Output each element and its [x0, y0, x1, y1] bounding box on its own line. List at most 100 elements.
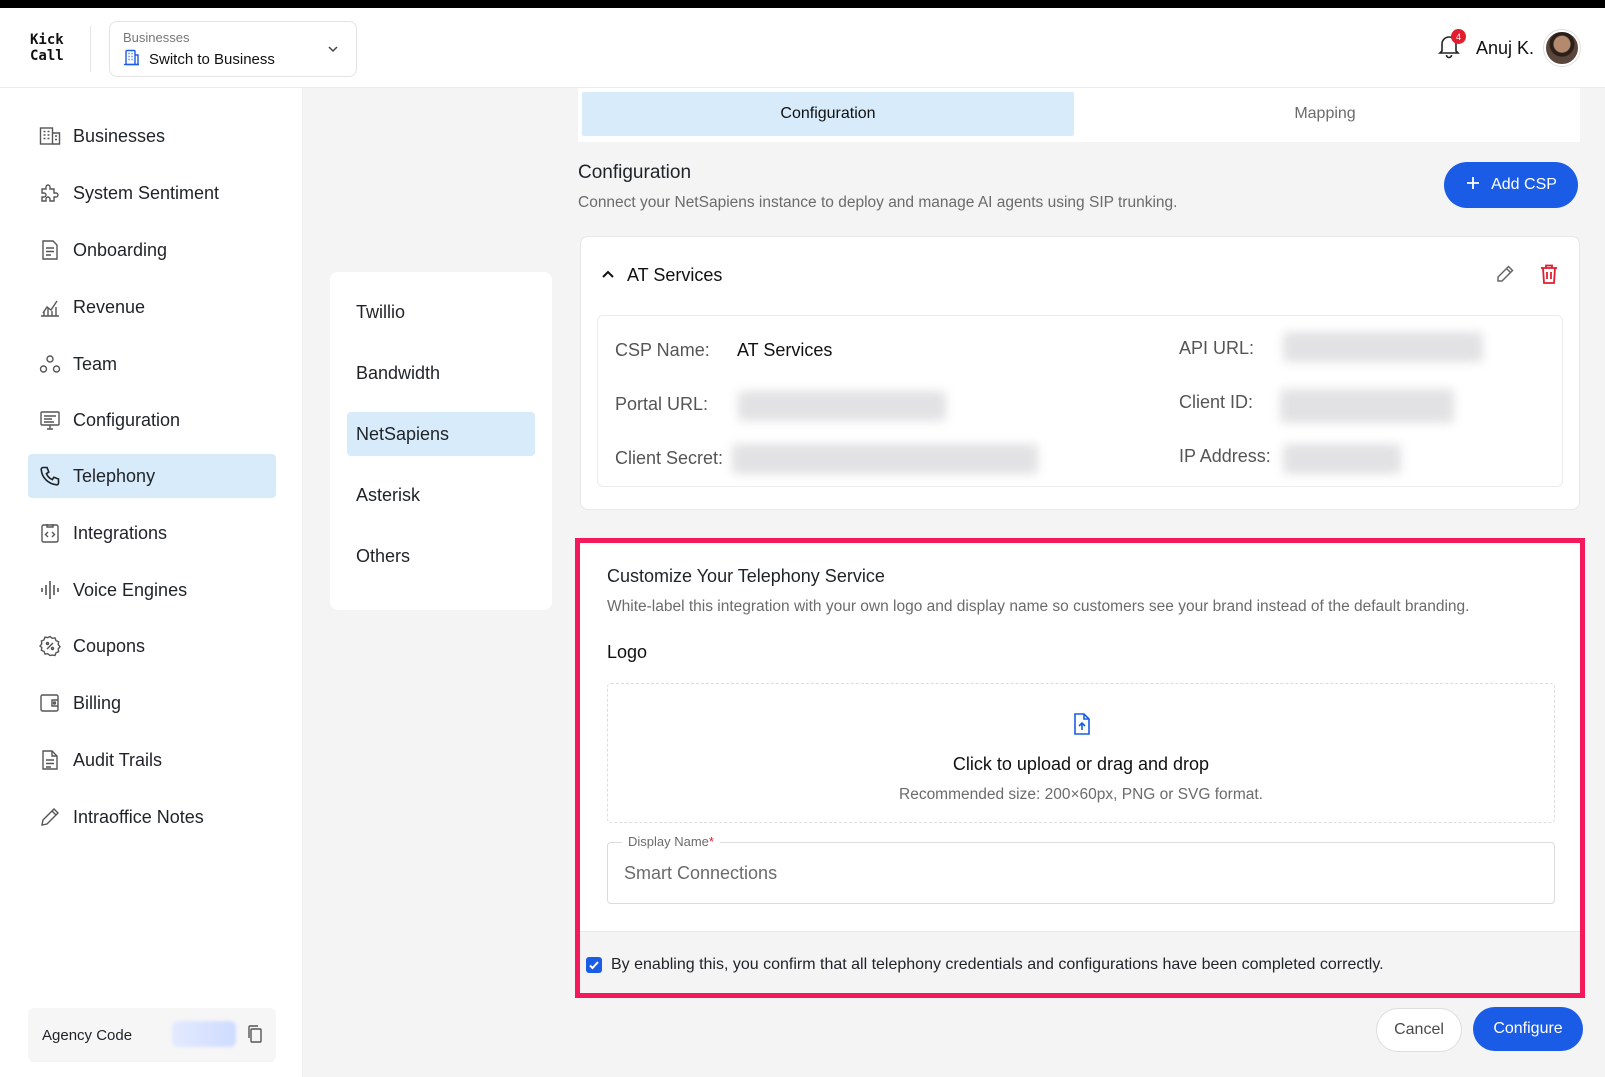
- header-divider: [90, 26, 91, 72]
- add-csp-label: Add CSP: [1491, 176, 1557, 193]
- sidebar-item-label: Telephony: [73, 465, 156, 486]
- team-icon: [39, 353, 61, 375]
- upload-hint: Recommended size: 200×60px, PNG or SVG f…: [899, 786, 1263, 803]
- provider-item-others[interactable]: Others: [347, 534, 535, 578]
- notifications-button[interactable]: 4: [1437, 29, 1466, 63]
- edit-icon[interactable]: [1495, 264, 1515, 289]
- sidebar-item-label: Intraoffice Notes: [73, 806, 204, 827]
- display-name-label: Display Name*: [622, 834, 720, 849]
- client-secret-value-redacted: [732, 444, 1038, 474]
- tab-configuration[interactable]: Configuration: [582, 92, 1074, 136]
- customize-telephony-section: Customize Your Telephony Service White-l…: [575, 538, 1585, 998]
- agency-code-value-redacted: [172, 1021, 236, 1047]
- provider-item-bandwidth[interactable]: Bandwidth: [347, 351, 535, 395]
- pencil-icon: [39, 806, 61, 828]
- sidebar-item-label: Audit Trails: [73, 749, 163, 770]
- provider-item-netsapiens[interactable]: NetSapiens: [347, 412, 535, 456]
- provider-list: Twillio Bandwidth NetSapiens Asterisk Ot…: [330, 272, 552, 610]
- sidebar-item-businesses[interactable]: Businesses: [28, 114, 276, 158]
- display-name-input[interactable]: [624, 860, 1524, 886]
- client-id-label: Client ID:: [1179, 392, 1254, 412]
- copy-icon[interactable]: [246, 1024, 264, 1049]
- customize-subtitle: White-label this integration with your o…: [607, 598, 1470, 615]
- csp-name-value: AT Services: [737, 340, 833, 360]
- ip-address-value-redacted: [1283, 444, 1401, 474]
- ip-address-label: IP Address:: [1179, 446, 1271, 466]
- sidebar-item-label: Coupons: [73, 635, 146, 656]
- logo-label: Logo: [607, 642, 648, 662]
- sidebar-item-label: Revenue: [73, 296, 146, 317]
- agency-code-label: Agency Code: [42, 1027, 133, 1044]
- client-secret-label: Client Secret:: [615, 448, 724, 468]
- csp-card-title: AT Services: [627, 265, 723, 285]
- code-clipboard-icon: [39, 522, 61, 544]
- portal-url-value-redacted: [738, 391, 946, 421]
- csp-details: CSP Name: AT Services Portal URL: Client…: [597, 315, 1563, 487]
- sidebar-item-system-sentiment[interactable]: System Sentiment: [28, 171, 276, 215]
- delete-icon[interactable]: [1539, 263, 1559, 290]
- sidebar-item-label: Businesses: [73, 125, 166, 146]
- provider-item-twillio[interactable]: Twillio: [347, 290, 535, 334]
- sidebar: Businesses System Sentiment Onboarding R…: [0, 88, 303, 1077]
- section-title: Configuration: [578, 162, 692, 183]
- chevron-up-icon: [601, 265, 615, 286]
- sidebar-item-label: Configuration: [73, 409, 181, 430]
- building-icon: [123, 49, 140, 70]
- business-switcher[interactable]: Businesses Switch to Business: [109, 21, 357, 77]
- api-url-value-redacted: [1283, 332, 1483, 362]
- csp-card-header[interactable]: AT Services: [601, 265, 722, 286]
- sidebar-item-label: Billing: [73, 692, 122, 713]
- display-name-field: Display Name*: [607, 834, 1555, 904]
- business-switcher-caption: Businesses: [123, 30, 190, 45]
- csp-card: AT Services CSP Name: AT Services Portal…: [580, 236, 1580, 510]
- confirm-checkbox[interactable]: [586, 957, 602, 973]
- tab-bar: Configuration Mapping: [578, 88, 1580, 142]
- brand-logo-line2: Call: [30, 48, 64, 64]
- brand-logo[interactable]: Kick Call: [30, 32, 64, 64]
- sidebar-item-billing[interactable]: Billing: [28, 681, 276, 725]
- sidebar-item-telephony[interactable]: Telephony: [28, 454, 276, 498]
- client-id-value-redacted: [1280, 389, 1454, 423]
- provider-item-asterisk[interactable]: Asterisk: [347, 473, 535, 517]
- portal-url-label: Portal URL:: [615, 394, 709, 414]
- required-marker: *: [708, 834, 714, 849]
- phone-icon: [39, 465, 61, 487]
- chart-icon: [39, 296, 61, 318]
- tab-mapping[interactable]: Mapping: [1074, 92, 1576, 136]
- confirm-row: By enabling this, you confirm that all t…: [586, 956, 1384, 974]
- sidebar-item-label: System Sentiment: [73, 182, 220, 203]
- add-csp-button[interactable]: Add CSP: [1444, 162, 1578, 208]
- avatar[interactable]: [1544, 30, 1580, 66]
- notification-badge: 4: [1451, 29, 1466, 44]
- user-name[interactable]: Anuj K.: [1476, 38, 1534, 59]
- bell-icon: [1437, 36, 1461, 63]
- sidebar-item-label: Team: [73, 353, 118, 374]
- coupon-icon: [39, 635, 61, 657]
- sidebar-item-voice-engines[interactable]: Voice Engines: [28, 568, 276, 612]
- document-icon: [39, 239, 61, 261]
- top-header: Kick Call Businesses Switch to Business: [0, 8, 1605, 88]
- customize-title: Customize Your Telephony Service: [607, 566, 885, 586]
- sidebar-item-team[interactable]: Team: [28, 342, 276, 386]
- file-upload-icon: [1071, 712, 1093, 741]
- sidebar-item-label: Voice Engines: [73, 579, 188, 600]
- sidebar-item-onboarding[interactable]: Onboarding: [28, 228, 276, 272]
- sidebar-item-audit-trails[interactable]: Audit Trails: [28, 738, 276, 782]
- section-subtitle: Connect your NetSapiens instance to depl…: [578, 194, 1178, 211]
- csp-name-label: CSP Name:: [615, 340, 710, 360]
- sidebar-item-integrations[interactable]: Integrations: [28, 511, 276, 555]
- logo-upload-dropzone[interactable]: Click to upload or drag and drop Recomme…: [607, 683, 1555, 823]
- configure-button[interactable]: Configure: [1473, 1007, 1583, 1051]
- sidebar-item-coupons[interactable]: Coupons: [28, 624, 276, 668]
- brand-logo-line1: Kick: [30, 32, 64, 48]
- sidebar-item-intraoffice-notes[interactable]: Intraoffice Notes: [28, 795, 276, 839]
- sidebar-item-revenue[interactable]: Revenue: [28, 285, 276, 329]
- plus-icon: [1465, 175, 1481, 196]
- api-url-label: API URL:: [1179, 338, 1255, 358]
- file-icon: [39, 749, 61, 771]
- cancel-button[interactable]: Cancel: [1376, 1008, 1462, 1052]
- waveform-icon: [39, 579, 61, 601]
- sidebar-item-label: Integrations: [73, 522, 168, 543]
- sidebar-item-configuration[interactable]: Configuration: [28, 398, 276, 442]
- sidebar-item-label: Onboarding: [73, 239, 168, 260]
